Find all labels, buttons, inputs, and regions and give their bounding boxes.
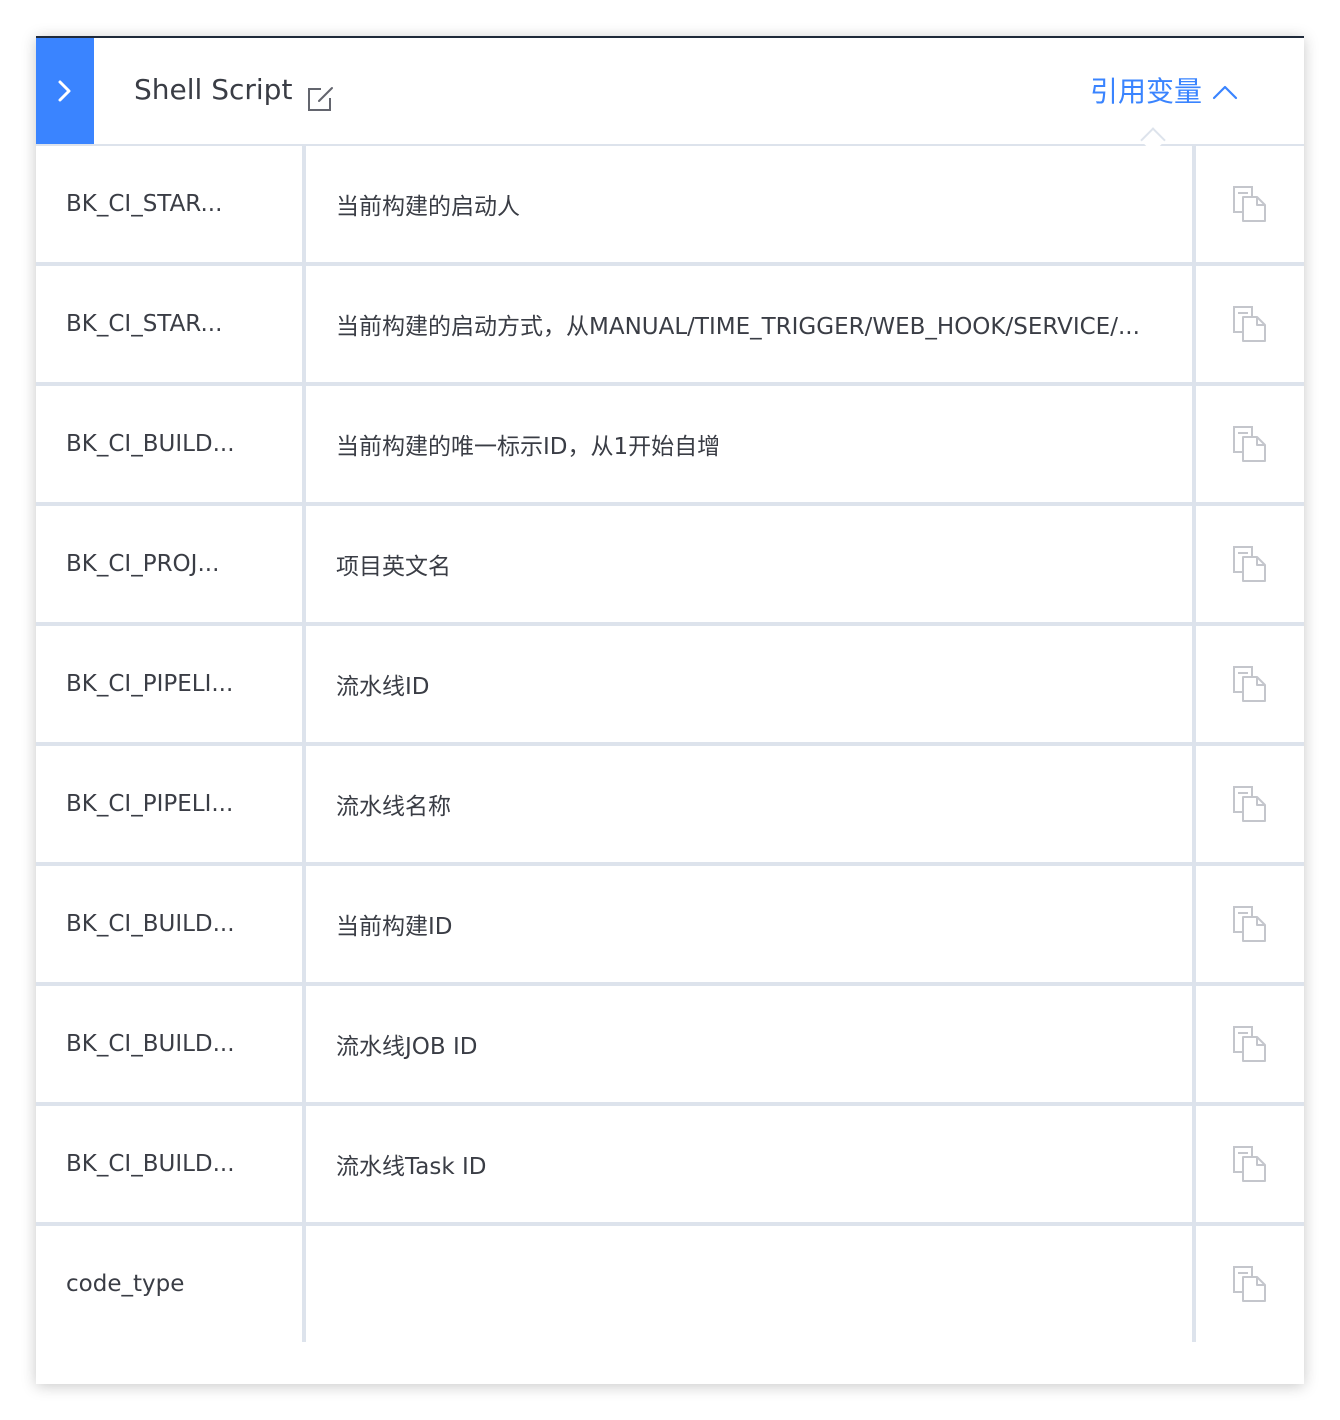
reference-variables-label: 引用变量 (1089, 75, 1202, 108)
variable-name: BK_CI_PROJ... (36, 502, 306, 626)
variable-name: BK_CI_STAR... (36, 262, 306, 386)
variable-row: code_type (36, 1222, 1304, 1342)
variable-name: BK_CI_BUILD... (36, 982, 306, 1106)
variable-description: 当前构建的唯一标示ID，从1开始自增 (302, 382, 1196, 506)
chevron-up-icon (1212, 85, 1238, 100)
variable-description: 项目英文名 (302, 502, 1196, 626)
variable-name: BK_CI_STAR... (36, 146, 306, 266)
copy-cell (1192, 146, 1304, 266)
variable-name: BK_CI_BUILD... (36, 862, 306, 986)
panel-toggle-button[interactable] (36, 38, 94, 144)
variable-description: 流水线Task ID (302, 1102, 1196, 1226)
variable-row: BK_CI_BUILD... 当前构建ID (36, 862, 1304, 986)
variable-row: BK_CI_PROJ... 项目英文名 (36, 502, 1304, 626)
variable-description: 流水线名称 (302, 742, 1196, 866)
copy-icon[interactable] (1231, 545, 1269, 583)
variable-row: BK_CI_BUILD... 流水线JOB ID (36, 982, 1304, 1106)
variable-description: 当前构建的启动人 (302, 146, 1196, 266)
copy-icon[interactable] (1231, 1145, 1269, 1183)
variable-name: code_type (36, 1222, 306, 1342)
variable-name: BK_CI_BUILD... (36, 382, 306, 506)
variables-table: BK_CI_STAR... 当前构建的启动人 BK_CI_STAR... 当前构… (36, 146, 1304, 1342)
copy-icon[interactable] (1231, 1025, 1269, 1063)
panel-header: Shell Script 引用变量 (36, 38, 1304, 153)
copy-cell (1192, 1102, 1304, 1226)
copy-icon[interactable] (1231, 785, 1269, 823)
variable-panel: Shell Script 引用变量 BK_CI_STAR... 当前构建的启动人… (36, 36, 1304, 1384)
copy-cell (1192, 862, 1304, 986)
variable-name: BK_CI_PIPELI... (36, 622, 306, 746)
variable-description: 当前构建ID (302, 862, 1196, 986)
variable-row: BK_CI_PIPELI... 流水线名称 (36, 742, 1304, 866)
variable-description (302, 1222, 1196, 1342)
copy-icon[interactable] (1231, 665, 1269, 703)
chevron-right-icon (58, 80, 71, 102)
copy-cell (1192, 262, 1304, 386)
copy-cell (1192, 502, 1304, 626)
variable-name: BK_CI_BUILD... (36, 1102, 306, 1226)
panel-title: Shell Script (134, 73, 293, 106)
copy-cell (1192, 382, 1304, 506)
copy-icon[interactable] (1231, 305, 1269, 343)
copy-icon[interactable] (1231, 1265, 1269, 1303)
variable-row: BK_CI_PIPELI... 流水线ID (36, 622, 1304, 746)
reference-variables-toggle[interactable]: 引用变量 (1090, 78, 1238, 106)
variable-description: 流水线JOB ID (302, 982, 1196, 1106)
copy-icon[interactable] (1231, 425, 1269, 463)
copy-cell (1192, 622, 1304, 746)
copy-cell (1192, 742, 1304, 866)
copy-icon[interactable] (1231, 185, 1269, 223)
copy-cell (1192, 1222, 1304, 1342)
edit-icon[interactable] (306, 84, 336, 114)
variable-description: 流水线ID (302, 622, 1196, 746)
variable-row: BK_CI_STAR... 当前构建的启动人 (36, 146, 1304, 266)
variable-row: BK_CI_BUILD... 当前构建的唯一标示ID，从1开始自增 (36, 382, 1304, 506)
copy-cell (1192, 982, 1304, 1106)
variable-name: BK_CI_PIPELI... (36, 742, 306, 866)
copy-icon[interactable] (1231, 905, 1269, 943)
variable-description: 当前构建的启动方式，从MANUAL/TIME_TRIGGER/WEB_HOOK/… (302, 262, 1196, 386)
variable-row: BK_CI_BUILD... 流水线Task ID (36, 1102, 1304, 1226)
variable-row: BK_CI_STAR... 当前构建的启动方式，从MANUAL/TIME_TRI… (36, 262, 1304, 386)
